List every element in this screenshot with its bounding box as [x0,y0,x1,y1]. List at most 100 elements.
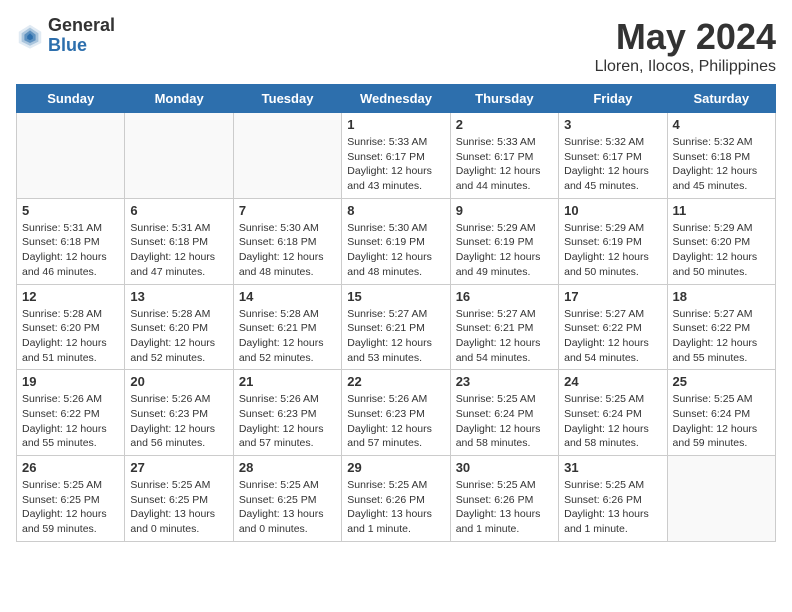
cell-info: Sunrise: 5:26 AMSunset: 6:22 PMDaylight:… [22,392,119,451]
logo-blue-label: Blue [48,36,115,56]
cal-cell: 31 Sunrise: 5:25 AMSunset: 6:26 PMDayligh… [559,456,667,542]
day-number: 18 [673,289,770,304]
week-row-2: 5 Sunrise: 5:31 AMSunset: 6:18 PMDaylight… [17,198,776,284]
cal-cell: 21Sunrise: 5:26 AMSunset: 6:23 PMDayligh… [233,370,341,456]
day-number: 13 [130,289,227,304]
cell-info: Sunrise: 5:25 AMSunset: 6:25 PMDaylight:… [239,478,336,537]
day-number: 24 [564,374,661,389]
cell-info: Sunrise: 5:29 AMSunset: 6:19 PMDaylight:… [564,221,661,280]
cell-info: Sunrise: 5:25 AMSunset: 6:24 PMDaylight:… [564,392,661,451]
cell-info: Sunrise: 5:28 AMSunset: 6:20 PMDaylight:… [22,307,119,366]
cal-cell: 27 Sunrise: 5:25 AMSunset: 6:25 PMDayligh… [125,456,233,542]
cal-cell: 22Sunrise: 5:26 AMSunset: 6:23 PMDayligh… [342,370,450,456]
logo: General Blue [16,16,115,56]
day-header-wednesday: Wednesday [342,85,450,113]
cell-info: Sunrise: 5:32 AMSunset: 6:17 PMDaylight:… [564,135,661,194]
week-row-4: 19 Sunrise: 5:26 AMSunset: 6:22 PMDayligh… [17,370,776,456]
cell-info: Sunrise: 5:33 AMSunset: 6:17 PMDaylight:… [456,135,553,194]
day-number: 10 [564,203,661,218]
cell-info: Sunrise: 5:26 AMSunset: 6:23 PMDaylight:… [347,392,444,451]
day-number: 23 [456,374,553,389]
day-number: 2 [456,117,553,132]
cell-info: Sunrise: 5:31 AMSunset: 6:18 PMDaylight:… [22,221,119,280]
week-row-1: 1Sunrise: 5:33 AMSunset: 6:17 PMDaylight… [17,113,776,199]
day-number: 11 [673,203,770,218]
cal-cell: 3 Sunrise: 5:32 AMSunset: 6:17 PMDaylight… [559,113,667,199]
logo-general-label: General [48,16,115,36]
cell-info: Sunrise: 5:25 AMSunset: 6:24 PMDaylight:… [673,392,770,451]
day-number: 31 [564,460,661,475]
cal-cell: 19 Sunrise: 5:26 AMSunset: 6:22 PMDayligh… [17,370,125,456]
cal-cell [233,113,341,199]
calendar-body: 1Sunrise: 5:33 AMSunset: 6:17 PMDaylight… [17,113,776,542]
day-number: 4 [673,117,770,132]
cell-info: Sunrise: 5:31 AMSunset: 6:18 PMDaylight:… [130,221,227,280]
logo-text: General Blue [48,16,115,56]
cal-cell: 10 Sunrise: 5:29 AMSunset: 6:19 PMDayligh… [559,198,667,284]
cal-cell: 5 Sunrise: 5:31 AMSunset: 6:18 PMDaylight… [17,198,125,284]
cal-cell: 8Sunrise: 5:30 AMSunset: 6:19 PMDaylight… [342,198,450,284]
cal-cell: 12Sunrise: 5:28 AMSunset: 6:20 PMDayligh… [17,284,125,370]
day-number: 3 [564,117,661,132]
cal-cell [667,456,775,542]
day-number: 7 [239,203,336,218]
cal-cell: 30 Sunrise: 5:25 AMSunset: 6:26 PMDayligh… [450,456,558,542]
day-number: 15 [347,289,444,304]
cal-cell [125,113,233,199]
cal-cell: 7 Sunrise: 5:30 AMSunset: 6:18 PMDaylight… [233,198,341,284]
cal-cell: 29 Sunrise: 5:25 AMSunset: 6:26 PMDayligh… [342,456,450,542]
day-number: 30 [456,460,553,475]
cal-cell: 13 Sunrise: 5:28 AMSunset: 6:20 PMDayligh… [125,284,233,370]
cal-cell: 17Sunrise: 5:27 AMSunset: 6:22 PMDayligh… [559,284,667,370]
cal-cell: 18 Sunrise: 5:27 AMSunset: 6:22 PMDayligh… [667,284,775,370]
cal-cell: 9 Sunrise: 5:29 AMSunset: 6:19 PMDaylight… [450,198,558,284]
calendar-header: SundayMondayTuesdayWednesdayThursdayFrid… [17,85,776,113]
cell-info: Sunrise: 5:25 AMSunset: 6:25 PMDaylight:… [22,478,119,537]
day-header-tuesday: Tuesday [233,85,341,113]
cell-info: Sunrise: 5:25 AMSunset: 6:26 PMDaylight:… [456,478,553,537]
cell-info: Sunrise: 5:28 AMSunset: 6:20 PMDaylight:… [130,307,227,366]
day-number: 27 [130,460,227,475]
day-number: 25 [673,374,770,389]
logo-icon [16,22,44,50]
main-title: May 2024 [595,16,776,58]
day-header-monday: Monday [125,85,233,113]
cell-info: Sunrise: 5:25 AMSunset: 6:24 PMDaylight:… [456,392,553,451]
cell-info: Sunrise: 5:25 AMSunset: 6:25 PMDaylight:… [130,478,227,537]
cell-info: Sunrise: 5:28 AMSunset: 6:21 PMDaylight:… [239,307,336,366]
cell-info: Sunrise: 5:25 AMSunset: 6:26 PMDaylight:… [347,478,444,537]
cell-info: Sunrise: 5:27 AMSunset: 6:21 PMDaylight:… [347,307,444,366]
day-number: 26 [22,460,119,475]
day-number: 5 [22,203,119,218]
day-header-friday: Friday [559,85,667,113]
day-number: 16 [456,289,553,304]
cell-info: Sunrise: 5:27 AMSunset: 6:21 PMDaylight:… [456,307,553,366]
subtitle: Lloren, Ilocos, Philippines [595,58,776,76]
week-row-5: 26 Sunrise: 5:25 AMSunset: 6:25 PMDayligh… [17,456,776,542]
day-header-thursday: Thursday [450,85,558,113]
cell-info: Sunrise: 5:26 AMSunset: 6:23 PMDaylight:… [130,392,227,451]
title-block: May 2024 Lloren, Ilocos, Philippines [595,16,776,76]
cell-info: Sunrise: 5:30 AMSunset: 6:18 PMDaylight:… [239,221,336,280]
cell-info: Sunrise: 5:29 AMSunset: 6:19 PMDaylight:… [456,221,553,280]
day-number: 20 [130,374,227,389]
day-number: 19 [22,374,119,389]
cal-cell: 24 Sunrise: 5:25 AMSunset: 6:24 PMDayligh… [559,370,667,456]
day-number: 9 [456,203,553,218]
week-row-3: 12Sunrise: 5:28 AMSunset: 6:20 PMDayligh… [17,284,776,370]
cal-cell: 26 Sunrise: 5:25 AMSunset: 6:25 PMDayligh… [17,456,125,542]
day-number: 29 [347,460,444,475]
cal-cell: 15 Sunrise: 5:27 AMSunset: 6:21 PMDayligh… [342,284,450,370]
cal-cell: 23 Sunrise: 5:25 AMSunset: 6:24 PMDayligh… [450,370,558,456]
cal-cell: 20 Sunrise: 5:26 AMSunset: 6:23 PMDayligh… [125,370,233,456]
cal-cell: 6Sunrise: 5:31 AMSunset: 6:18 PMDaylight… [125,198,233,284]
cell-info: Sunrise: 5:25 AMSunset: 6:26 PMDaylight:… [564,478,661,537]
cell-info: Sunrise: 5:32 AMSunset: 6:18 PMDaylight:… [673,135,770,194]
cell-info: Sunrise: 5:29 AMSunset: 6:20 PMDaylight:… [673,221,770,280]
day-header-saturday: Saturday [667,85,775,113]
cal-cell: 16 Sunrise: 5:27 AMSunset: 6:21 PMDayligh… [450,284,558,370]
cal-cell [17,113,125,199]
cell-info: Sunrise: 5:27 AMSunset: 6:22 PMDaylight:… [673,307,770,366]
cell-info: Sunrise: 5:33 AMSunset: 6:17 PMDaylight:… [347,135,444,194]
day-number: 28 [239,460,336,475]
